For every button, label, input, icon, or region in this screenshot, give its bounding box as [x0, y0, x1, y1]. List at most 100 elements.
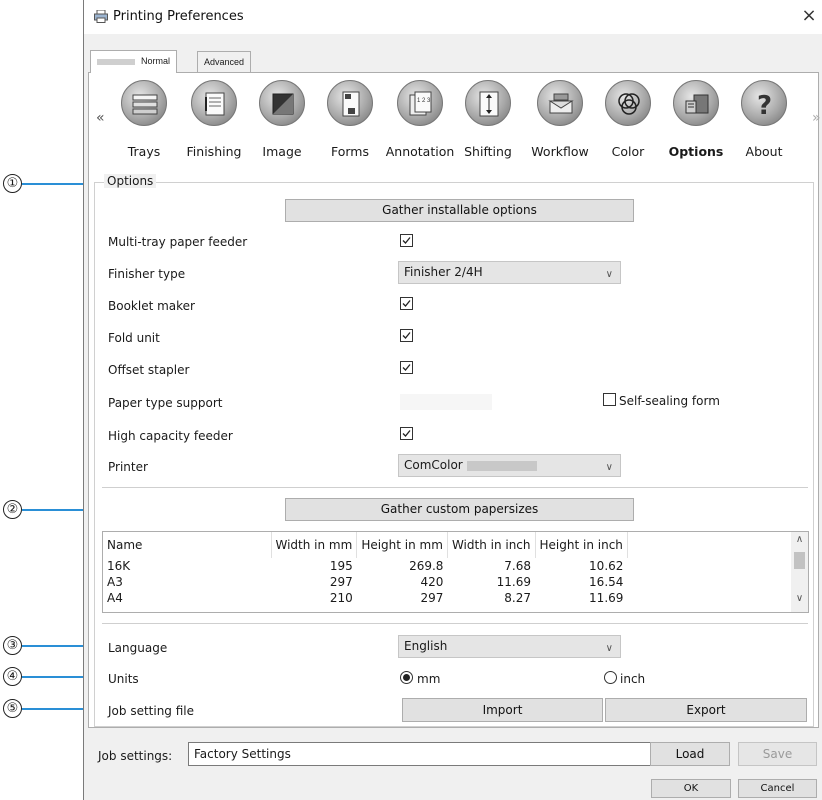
scrollbar-thumb[interactable] [794, 552, 805, 569]
papersizes-table: Name Width in mm Height in mm Width in i… [103, 532, 628, 606]
scroll-left-icon[interactable]: « [96, 110, 105, 126]
scroll-down-icon[interactable]: ∨ [791, 593, 808, 610]
toolbar-image[interactable]: Image [252, 80, 312, 168]
language-value: English [404, 639, 448, 653]
self-sealing-checkbox[interactable] [603, 393, 616, 406]
callout-number: ① [3, 174, 22, 193]
finishing-icon [191, 80, 237, 126]
finisher-type-value: Finisher 2/4H [404, 265, 483, 279]
multi-tray-checkbox[interactable] [400, 234, 413, 247]
fold-unit-checkbox[interactable] [400, 329, 413, 342]
booklet-maker-label: Booklet maker [108, 299, 195, 313]
gather-custom-papersizes-button[interactable]: Gather custom papersizes [285, 498, 634, 521]
callout-number: ⑤ [3, 699, 22, 718]
scroll-up-icon[interactable]: ∧ [791, 534, 808, 551]
scroll-right-icon[interactable]: » [812, 110, 821, 126]
offset-stapler-checkbox[interactable] [400, 361, 413, 374]
printer-select[interactable]: ComColor ∨ [398, 454, 621, 477]
unit-mm-radio[interactable] [400, 671, 413, 684]
cell-height-inch: 10.62 [589, 559, 624, 573]
column-header-name[interactable]: Name [103, 532, 272, 558]
tab-normal[interactable]: Normal [90, 50, 178, 73]
fold-unit-label: Fold unit [108, 331, 160, 345]
save-button[interactable]: Save [738, 742, 817, 766]
toolbar-label: Trays [127, 144, 161, 159]
options-group-title: Options [104, 174, 157, 188]
cell-height-mm: 420 [420, 575, 444, 589]
toolbar-shifting[interactable]: Shifting [458, 80, 518, 168]
printing-preferences-window: Printing Preferences × Normal Advanced «… [83, 0, 822, 800]
load-button[interactable]: Load [650, 742, 730, 766]
finisher-type-label: Finisher type [108, 267, 186, 281]
finisher-type-select[interactable]: Finisher 2/4H ∨ [398, 261, 621, 284]
redacted-model [466, 460, 537, 471]
toolbar-trays[interactable]: Trays [114, 80, 174, 168]
svg-text:1 2 3: 1 2 3 [417, 98, 431, 104]
toolbar-color[interactable]: Color [598, 80, 658, 168]
cell-height-mm: 269.8 [409, 559, 444, 573]
toolbar-about[interactable]: ? About [734, 80, 794, 168]
close-icon[interactable]: × [799, 6, 819, 26]
column-header-height-inch[interactable]: Height in inch [535, 532, 628, 558]
toolbar-label: Shifting [464, 144, 512, 159]
cell-height-inch: 16.54 [589, 575, 624, 589]
shifting-icon [465, 80, 511, 126]
check-icon [402, 300, 411, 307]
high-capacity-feeder-checkbox[interactable] [400, 427, 413, 440]
cell-width-mm: 195 [329, 559, 353, 573]
check-icon [402, 364, 411, 371]
tab-advanced[interactable]: Advanced [197, 51, 252, 73]
paper-type-support-label: Paper type support [108, 396, 223, 410]
tab-normal-label: Normal [141, 56, 171, 66]
table-row[interactable]: A4 210 297 8.27 11.69 [103, 590, 627, 606]
cell-height-inch: 11.69 [589, 591, 624, 605]
color-icon [605, 80, 651, 126]
job-settings-combo[interactable]: Factory Settings ∨ [188, 742, 724, 766]
forms-icon [327, 80, 373, 126]
unit-inch-radio[interactable] [604, 671, 617, 684]
printer-value: ComColor [404, 458, 463, 472]
annotation-icon: 1 2 3 [397, 80, 443, 126]
toolbar-label: About [745, 144, 783, 159]
chevron-down-icon: ∨ [605, 643, 613, 654]
import-button[interactable]: Import [402, 698, 603, 722]
cell-width-inch: 11.69 [496, 575, 532, 589]
column-header-width-mm[interactable]: Width in mm [271, 532, 358, 558]
job-settings-label: Job settings: [98, 749, 173, 763]
cell-name: A3 [107, 575, 123, 589]
title-bar: Printing Preferences × [84, 0, 822, 34]
column-header-width-inch[interactable]: Width in inch [447, 532, 536, 558]
toolbar-annotation[interactable]: 1 2 3 Annotation [386, 80, 454, 168]
export-button[interactable]: Export [605, 698, 807, 722]
multi-tray-label: Multi-tray paper feeder [108, 235, 248, 249]
offset-stapler-label: Offset stapler [108, 363, 190, 377]
cell-width-mm: 210 [329, 591, 353, 605]
toolbar-forms[interactable]: Forms [320, 80, 380, 168]
toolbar-workflow[interactable]: Workflow [530, 80, 590, 168]
table-row[interactable]: 16K 195 269.8 7.68 10.62 [103, 558, 627, 574]
window-title: Printing Preferences [113, 9, 244, 24]
cell-width-mm: 297 [329, 575, 353, 589]
custom-papersizes-list[interactable]: Name Width in mm Height in mm Width in i… [102, 531, 809, 613]
cell-width-inch: 7.68 [504, 559, 532, 573]
unit-inch-label: inch [620, 672, 646, 686]
redacted-label [97, 58, 135, 65]
booklet-maker-checkbox[interactable] [400, 297, 413, 310]
toolbar-options[interactable]: Options [666, 80, 726, 168]
gather-installable-button[interactable]: Gather installable options [285, 199, 634, 222]
language-select[interactable]: English ∨ [398, 635, 621, 658]
job-setting-file-label: Job setting file [108, 704, 195, 718]
toolbar-finishing[interactable]: Finishing [184, 80, 244, 168]
vertical-scrollbar[interactable]: ∧ ∨ [791, 532, 808, 612]
ok-button[interactable]: OK [651, 779, 731, 798]
paper-type-support-placeholder [400, 394, 492, 410]
image-icon [259, 80, 305, 126]
column-header-height-mm[interactable]: Height in mm [356, 532, 448, 558]
cancel-button[interactable]: Cancel [738, 779, 817, 798]
toolbar-label: Forms [330, 144, 369, 159]
cell-name: A4 [107, 591, 123, 605]
divider [102, 623, 808, 624]
table-header-row: Name Width in mm Height in mm Width in i… [103, 532, 628, 558]
table-row[interactable]: A3 297 420 11.69 16.54 [103, 574, 627, 590]
tab-advanced-label: Advanced [204, 57, 245, 67]
